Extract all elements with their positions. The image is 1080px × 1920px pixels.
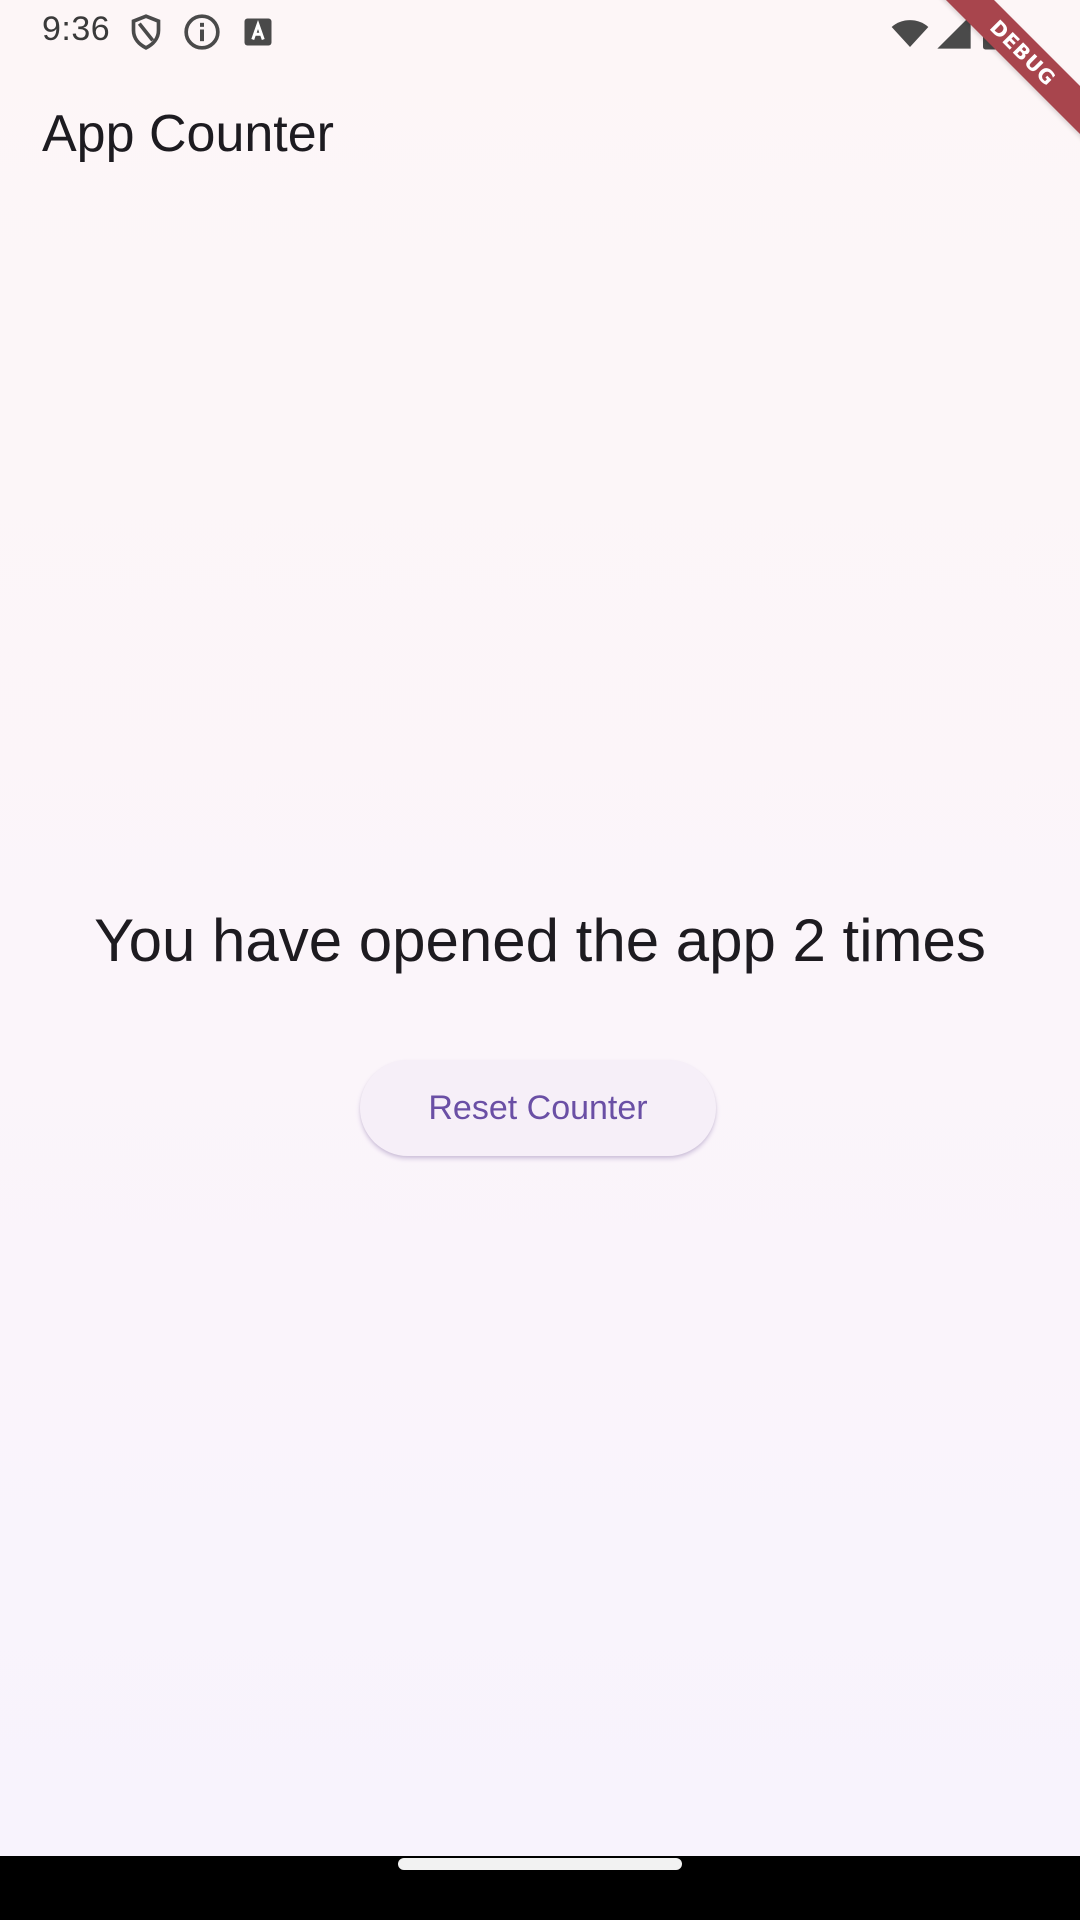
reset-counter-button[interactable]: Reset Counter (360, 1060, 716, 1156)
wifi-icon (888, 12, 932, 52)
info-icon (182, 12, 222, 52)
app-screen: 9:36 DEBUG App Counter You have opened t… (0, 0, 1080, 1856)
navigation-bar (0, 1856, 1080, 1920)
home-indicator[interactable] (398, 1858, 682, 1870)
open-count-message: You have opened the app 2 times (94, 907, 986, 974)
status-time: 9:36 (42, 10, 111, 48)
status-bar: 9:36 (0, 0, 1080, 64)
shield-icon (126, 12, 166, 52)
a-notification-icon (240, 14, 276, 50)
app-bar-title: App Counter (42, 105, 334, 163)
